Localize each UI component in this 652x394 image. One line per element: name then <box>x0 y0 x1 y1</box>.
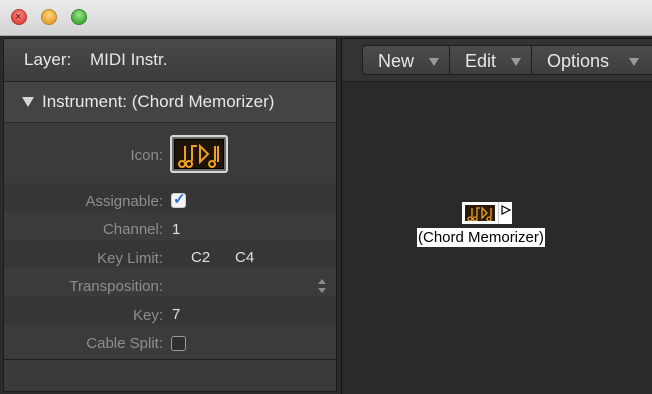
chevron-down-icon <box>629 58 639 66</box>
output-arrow-icon <box>501 205 512 215</box>
edit-menu-button[interactable]: Edit <box>449 45 532 75</box>
inspector-panel: Layer: MIDI Instr. Instrument: (Chord Me… <box>3 38 337 392</box>
chord-memorizer-icon <box>174 139 224 169</box>
close-window-button[interactable]: × <box>11 9 27 25</box>
row-stripe <box>4 297 336 325</box>
layer-label: Layer: <box>24 50 72 69</box>
row-stripe <box>4 240 336 268</box>
chevron-down-icon <box>511 58 521 66</box>
layer-row[interactable]: Layer: MIDI Instr. <box>4 39 336 82</box>
key-limit-low[interactable]: C2 <box>191 249 210 266</box>
key-limit-label: Key Limit: <box>97 250 163 267</box>
chord-memorizer-object-icon[interactable] <box>462 202 498 224</box>
zoom-window-button[interactable] <box>71 9 87 25</box>
assignable-checkbox[interactable]: ✓ <box>171 191 186 208</box>
close-icon: × <box>15 11 22 23</box>
channel-value[interactable]: 1 <box>172 221 180 238</box>
assignable-label: Assignable: <box>85 193 163 210</box>
checkmark-icon: ✓ <box>173 191 186 208</box>
key-limit-high[interactable]: C4 <box>235 249 254 266</box>
minimize-window-button[interactable] <box>41 9 57 25</box>
transposition-label: Transposition: <box>69 278 163 295</box>
local-menu-bar: New Edit Options <box>342 39 652 82</box>
cable-split-checkbox[interactable] <box>171 336 186 351</box>
object-label[interactable]: (Chord Memorizer) <box>417 228 545 247</box>
key-label: Key: <box>132 307 163 324</box>
key-value[interactable]: 7 <box>172 306 180 323</box>
edit-menu-label: Edit <box>465 51 497 71</box>
icon-label: Icon: <box>130 147 163 164</box>
instrument-icon-button[interactable] <box>170 135 228 173</box>
instrument-header[interactable]: Instrument: (Chord Memorizer) <box>4 82 336 123</box>
transposition-stepper-icon[interactable] <box>317 277 327 295</box>
channel-label: Channel: <box>102 221 163 238</box>
new-menu-button[interactable]: New <box>362 45 450 75</box>
layer-value[interactable]: MIDI Instr. <box>90 50 167 70</box>
options-menu-button[interactable]: Options <box>531 45 652 75</box>
instrument-title: Instrument: (Chord Memorizer) <box>42 92 275 111</box>
new-menu-label: New <box>378 51 415 71</box>
properties-list: Icon: Assignable: ✓ Channel: 1 Key Limit… <box>4 123 336 360</box>
inspector-footer <box>4 361 336 391</box>
cable-split-label: Cable Split: <box>86 335 163 352</box>
environment-window: New Edit Options (Chord Memorizer) <box>341 38 652 394</box>
disclosure-triangle-icon[interactable] <box>22 97 34 107</box>
row-stripe <box>4 183 336 211</box>
options-menu-label: Options <box>547 51 610 71</box>
chevron-down-icon <box>429 58 439 66</box>
window-titlebar: × <box>0 0 652 36</box>
environment-canvas[interactable]: (Chord Memorizer) <box>342 82 652 394</box>
output-port[interactable] <box>498 202 512 224</box>
